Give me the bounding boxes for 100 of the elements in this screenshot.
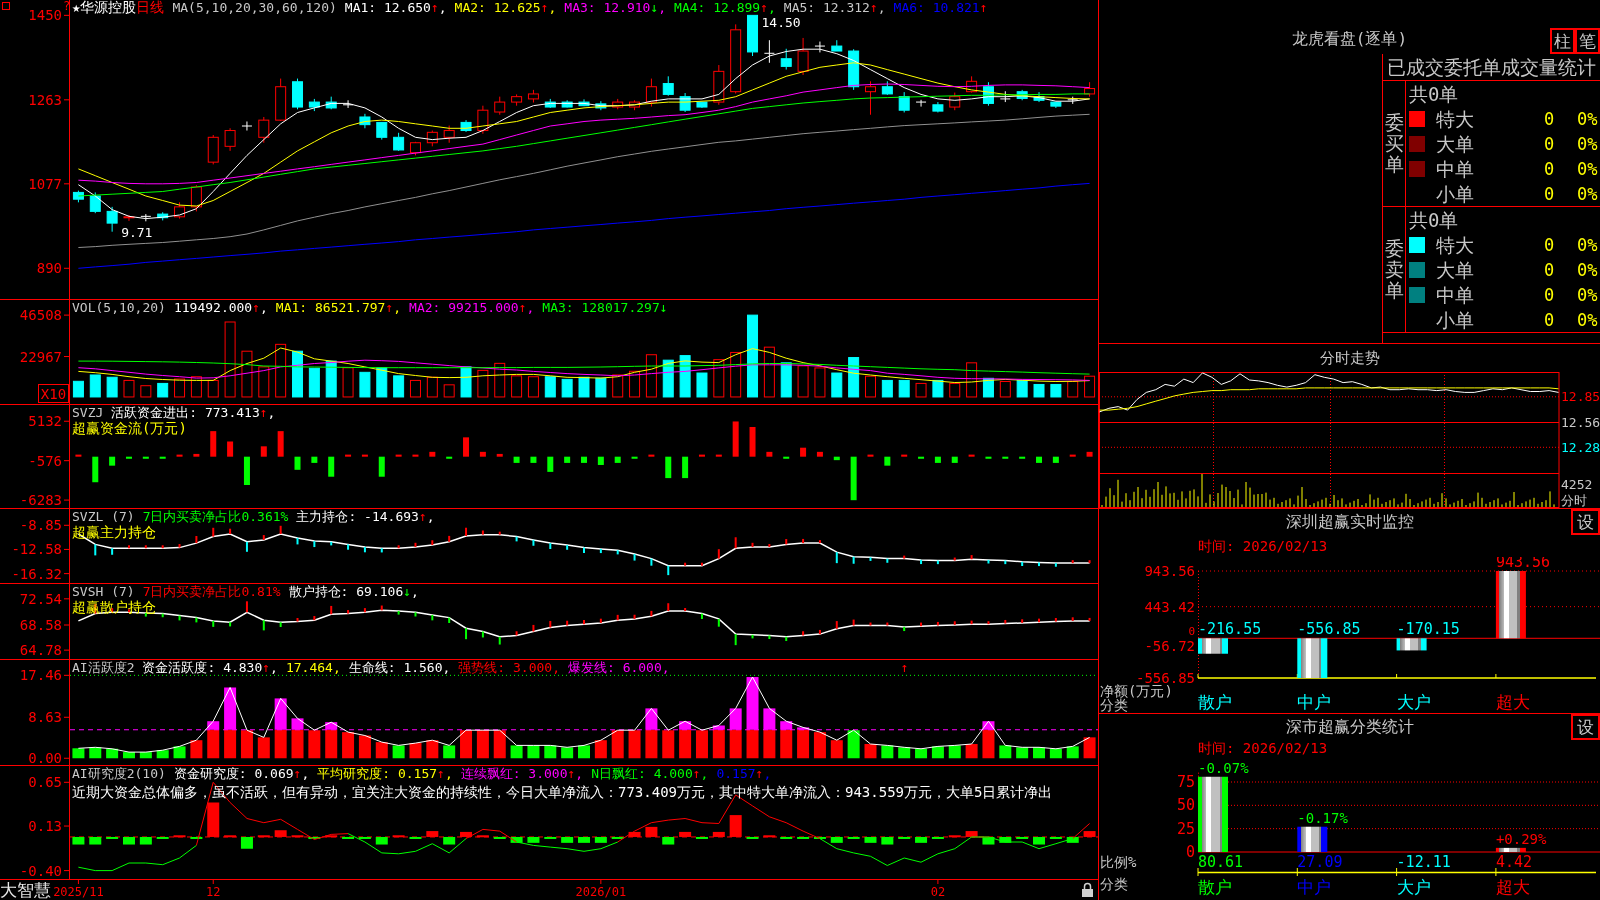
axis-label: -0.40 — [19, 862, 62, 879]
legend-entry: MA4: 12.899↑, — [674, 0, 776, 15]
axis-label: 1263 — [28, 91, 62, 108]
legend-entry: 资金研究度: 0.069↑, — [173, 766, 310, 781]
brand-label: 大智慧 — [0, 880, 51, 900]
legend-entry: 散户持仓: 69.106↓, — [288, 584, 419, 599]
axis-label: 75 — [1176, 773, 1195, 791]
category-label: 大户 — [1396, 877, 1431, 897]
legend-entry: MA(5,10,20,30,60,120) — [172, 0, 337, 15]
table-title: 已成交委托单成交量统计 — [1387, 55, 1596, 79]
axis-label: 12.56 — [1561, 415, 1600, 430]
axis-label: 68.58 — [19, 617, 62, 633]
group-label: 委买单 — [1384, 112, 1404, 175]
legend-entry: 连续飘红: 3.000↑, — [460, 766, 584, 781]
axis-label: 890 — [36, 260, 62, 277]
section-title: 深圳超赢实时监控 — [1285, 513, 1414, 531]
time-label: 时间: 2026/02/13 — [1198, 538, 1328, 554]
axis-title: 分类 — [1100, 876, 1128, 892]
order-count: 0 — [1543, 309, 1555, 330]
legend-entry: SVZL (7) — [72, 509, 135, 524]
group-label: 委卖单 — [1384, 238, 1404, 301]
indicator-subtitle: 超赢资金流(万元) — [72, 420, 187, 436]
order-total: 共0单 — [1409, 208, 1459, 231]
legend-entry: MA5: 12.312↑, — [783, 0, 886, 15]
axis-label: 0.65 — [28, 774, 62, 791]
section-title: 深市超赢分类统计 — [1285, 718, 1414, 736]
legend-entry: 119492.000↑, — [173, 300, 268, 315]
axis-label: 50 — [1176, 796, 1195, 815]
multiplier-label: X10 — [38, 384, 69, 403]
value-label: -216.55 — [1198, 620, 1262, 639]
category-label: 中户 — [1297, 692, 1332, 712]
category-label: 超大 — [1495, 692, 1530, 712]
question-mark: ? — [63, 0, 71, 13]
price-annotation: 14.50 — [761, 14, 801, 30]
axis-label: 12.28 — [1561, 439, 1600, 455]
legend-entry: MA2: 99215.000↑, — [409, 300, 535, 315]
legend-entry: 17.464, — [285, 660, 341, 675]
axis-title: 比例% — [1100, 854, 1137, 870]
value-label: 80.61 — [1198, 853, 1244, 871]
order-share: 0% — [1577, 158, 1598, 179]
axis-label: 72.54 — [19, 590, 62, 607]
axis-title: 净额(万元) — [1100, 683, 1173, 699]
date-label: 02 — [930, 885, 946, 899]
axis-label: 25 — [1176, 819, 1195, 838]
order-size-label: 中单 — [1436, 157, 1474, 180]
order-size-label: 大单 — [1436, 132, 1474, 155]
order-share: 0% — [1577, 309, 1598, 330]
order-share: 0% — [1577, 183, 1598, 204]
legend-entry: AI研究度2(10) — [72, 766, 166, 781]
category-label: 超大 — [1495, 877, 1530, 897]
legend-entry: VOL(5,10,20) — [72, 300, 166, 315]
value-label: -170.15 — [1396, 620, 1460, 639]
axis-label: 8.63 — [28, 709, 62, 726]
axis-label: 分时 — [1561, 492, 1587, 508]
legend-entry: 7日内买卖净占比0.81% — [142, 584, 281, 599]
change-label: +0.29% — [1495, 830, 1547, 847]
category-label: 中户 — [1297, 877, 1332, 897]
price-annotation: 9.71 — [121, 225, 153, 241]
legend-entry: 0.157↑, — [716, 766, 772, 781]
axis-label: 12.85 — [1561, 389, 1600, 405]
axis-label: 22967 — [19, 348, 62, 365]
legend-entry: 生命线: 1.560, — [348, 660, 451, 675]
order-size-label: 中单 — [1436, 283, 1474, 306]
legend-entry: SVZJ — [72, 405, 104, 420]
order-size-label: 大单 — [1436, 258, 1474, 281]
axis-label: -8.85 — [19, 517, 62, 534]
legend-entry: MA1: 12.650↑, — [344, 0, 447, 15]
category-label: 散户 — [1198, 692, 1232, 712]
order-share: 0% — [1577, 108, 1598, 129]
legend-entry: SVSH (7) — [72, 584, 135, 599]
axis-label: 46508 — [19, 307, 62, 324]
time-label: 时间: 2026/02/13 — [1198, 740, 1328, 756]
star-label: ★ — [72, 0, 81, 15]
order-count: 0 — [1543, 108, 1555, 129]
legend-entry: 爆发线: 6.000, — [568, 660, 670, 675]
order-count: 0 — [1543, 259, 1555, 280]
legend-entry: MA3: 12.910↓, — [564, 0, 667, 15]
order-share: 0% — [1577, 284, 1598, 305]
order-count: 0 — [1543, 284, 1555, 305]
stock-name: 华源控股 — [80, 0, 137, 15]
legend-entry: MA6: 10.821↑ — [893, 0, 988, 15]
legend-entry: 主力持仓: -14.693↑, — [296, 509, 435, 524]
order-size-label: 小单 — [1436, 308, 1474, 331]
value-label: -556.85 — [1297, 620, 1361, 639]
axis-label: -16.32 — [11, 565, 62, 582]
change-label: -0.17% — [1297, 809, 1348, 826]
signal-arrow: ↑ — [900, 659, 909, 675]
axis-label: -56.72 — [1144, 638, 1195, 655]
category-label: 散户 — [1198, 877, 1232, 897]
order-size-label: 特大 — [1436, 107, 1474, 130]
axis-label: 0 — [1188, 625, 1195, 639]
legend-entry: MA3: 128017.297↓ — [542, 300, 668, 315]
order-count: 0 — [1543, 158, 1555, 179]
legend-entry: 7日内买卖净占比0.361% — [142, 509, 289, 524]
axis-label: 17.46 — [19, 667, 62, 684]
axis-label: 943.56 — [1144, 563, 1195, 579]
date-label: 12 — [206, 885, 221, 899]
legend-entry: MA1: 86521.797↑, — [275, 300, 402, 315]
date-label: 2025/11 — [53, 885, 104, 899]
axis-title: 分类 — [1100, 697, 1128, 713]
